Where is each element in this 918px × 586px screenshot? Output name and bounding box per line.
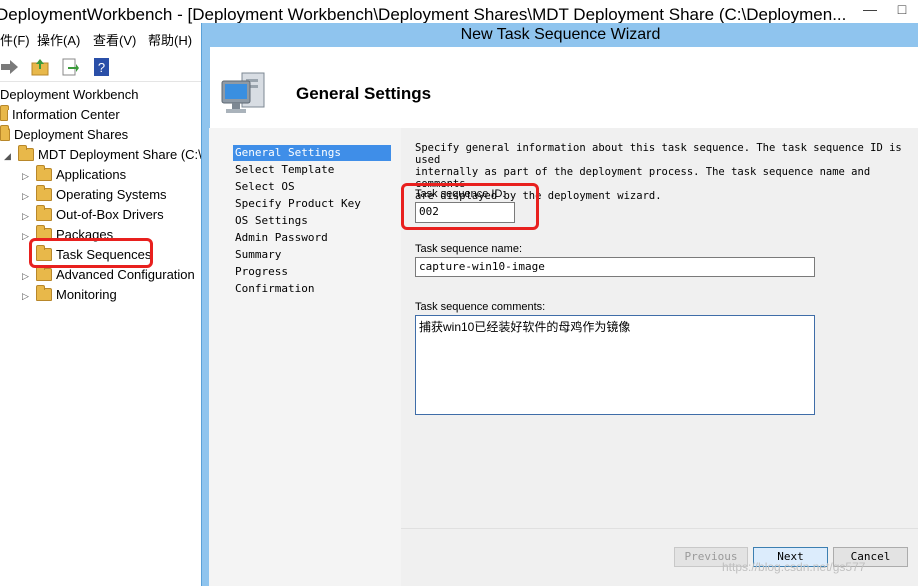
tree-item-information-center[interactable]: Information Center (0, 105, 120, 125)
computer-icon (221, 72, 265, 113)
wizard-page-heading: General Settings (296, 84, 432, 103)
menu-file[interactable]: 件(F) (0, 30, 30, 52)
tree-root[interactable]: Deployment Workbench (0, 85, 139, 105)
folder-icon (18, 145, 34, 161)
mmc-window-controls: — □ (854, 0, 918, 24)
menu-action[interactable]: 操作(A) (37, 30, 80, 52)
collapse-arrow-icon[interactable]: ◢ (4, 146, 14, 166)
step-confirmation[interactable]: Confirmation (233, 281, 391, 297)
svg-text:?: ? (98, 60, 105, 75)
expand-arrow-icon[interactable]: ▷ (22, 206, 32, 226)
step-general-settings[interactable]: General Settings (233, 145, 391, 161)
tree-item-applications[interactable]: ▷ Applications (22, 165, 126, 185)
minimize-button[interactable]: — (854, 0, 886, 20)
watermark: https://blog.csdn.net/gs577 (722, 560, 866, 574)
export-list-icon[interactable] (60, 57, 80, 77)
folder-icon (36, 205, 52, 221)
annotation-highlight-task-id (401, 183, 539, 230)
wizard-title-bar[interactable]: New Task Sequence Wizard (202, 23, 918, 47)
expand-arrow-icon[interactable]: ▷ (22, 286, 32, 306)
tree-item-monitoring[interactable]: ▷ Monitoring (22, 285, 117, 305)
tree-item-operating-systems[interactable]: ▷ Operating Systems (22, 185, 167, 205)
mmc-title-text: DeploymentWorkbench - [Deployment Workbe… (0, 5, 847, 24)
tree-item-mdt-share[interactable]: ◢ MDT Deployment Share (C:\ (4, 145, 202, 165)
menu-view[interactable]: 查看(V) (93, 30, 136, 52)
step-select-template[interactable]: Select Template (233, 162, 391, 178)
step-os-settings[interactable]: OS Settings (233, 213, 391, 229)
help-icon[interactable]: ? (92, 57, 112, 77)
tree-item-advanced-configuration[interactable]: ▷ Advanced Configuration (22, 265, 195, 285)
step-specify-product-key[interactable]: Specify Product Key (233, 196, 391, 212)
forward-arrow-icon[interactable] (0, 57, 20, 77)
step-admin-password[interactable]: Admin Password (233, 230, 391, 246)
menu-help[interactable]: 帮助(H) (148, 30, 192, 52)
step-summary[interactable]: Summary (233, 247, 391, 263)
step-progress[interactable]: Progress (233, 264, 391, 280)
wizard-title: New Task Sequence Wizard (460, 26, 661, 43)
up-folder-icon[interactable] (30, 57, 50, 77)
folder-icon (0, 125, 10, 141)
task-sequence-name-label: Task sequence name: (415, 243, 523, 255)
annotation-highlight-task-sequences (29, 238, 153, 268)
expand-arrow-icon[interactable]: ▷ (22, 266, 32, 286)
info-center-icon (0, 105, 9, 121)
folder-icon (36, 265, 52, 281)
tree-item-drivers[interactable]: ▷ Out-of-Box Drivers (22, 205, 164, 225)
folder-icon (36, 285, 52, 301)
maximize-button[interactable]: □ (886, 0, 918, 20)
expand-arrow-icon[interactable]: ▷ (22, 166, 32, 186)
navigation-tree: Deployment Workbench Information Center … (0, 84, 202, 586)
folder-icon (36, 165, 52, 181)
tree-item-deployment-shares[interactable]: Deployment Shares (0, 125, 128, 145)
task-sequence-name-field[interactable]: capture-win10-image (415, 257, 815, 277)
expand-arrow-icon[interactable]: ▷ (22, 186, 32, 206)
folder-icon (36, 185, 52, 201)
task-sequence-comments-label: Task sequence comments: (415, 301, 546, 313)
task-sequence-comments-field[interactable]: 捕获win10已经装好软件的母鸡作为镜像 (415, 315, 815, 415)
step-select-os[interactable]: Select OS (233, 179, 391, 195)
